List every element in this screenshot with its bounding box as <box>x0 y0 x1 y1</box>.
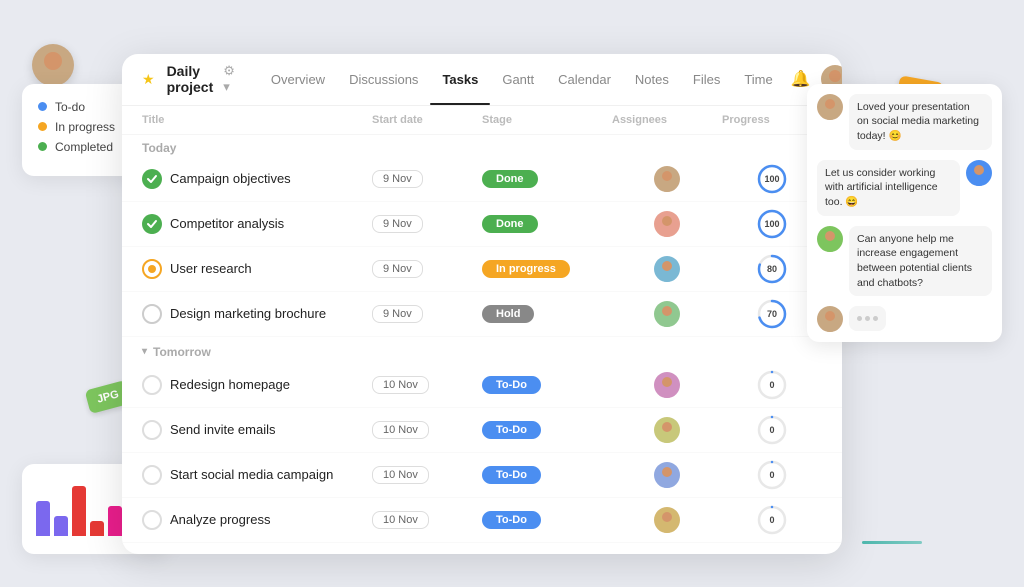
chat-message: Can anyone help me increase engagement b… <box>817 226 992 297</box>
chat-bubble: Can anyone help me increase engagement b… <box>849 226 992 297</box>
teal-decoration <box>862 541 922 544</box>
task-title: Design marketing brochure <box>142 304 372 324</box>
task-stage: Done <box>482 169 612 188</box>
task-progress: 0 <box>722 459 822 491</box>
chat-message: Let us consider working with artificial … <box>817 160 992 216</box>
chat-bubble: Loved your presentation on social media … <box>849 94 992 150</box>
chat-bubble: Let us consider working with artificial … <box>817 160 960 216</box>
table-row[interactable]: Design marketing brochure 9 Nov Hold 70 <box>122 292 842 337</box>
task-date: 10 Nov <box>372 510 482 529</box>
chart-bar <box>54 516 68 536</box>
col-stage: Stage <box>482 114 612 126</box>
task-title: Campaign objectives <box>142 169 372 189</box>
today-label: Today <box>122 135 842 157</box>
chat-avatar <box>817 94 843 120</box>
task-title: Analyze progress <box>142 510 372 530</box>
task-stage: In progress <box>482 259 612 278</box>
nav-tabs: OverviewDiscussionsTasksGanttCalendarNot… <box>259 68 785 91</box>
typing-dots <box>849 306 886 331</box>
todo-dot <box>38 102 47 111</box>
inprogress-dot <box>38 122 47 131</box>
task-stage: Hold <box>482 304 612 323</box>
chart-bar <box>108 506 122 536</box>
star-icon[interactable]: ★ <box>142 71 155 88</box>
nav-tab-notes[interactable]: Notes <box>623 68 681 91</box>
table-row[interactable]: Competitor analysis 9 Nov Done 100 <box>122 202 842 247</box>
table-row[interactable]: Redesign homepage 10 Nov To-Do 0 <box>122 363 842 408</box>
tomorrow-section-header[interactable]: ▾ Tomorrow <box>122 337 842 363</box>
task-title: Redesign homepage <box>142 375 372 395</box>
task-assignee <box>612 256 722 282</box>
task-progress: 0 <box>722 414 822 446</box>
task-assignee <box>612 462 722 488</box>
chat-panel: Loved your presentation on social media … <box>807 84 1002 343</box>
task-date: 9 Nov <box>372 259 482 278</box>
table-row[interactable]: Start social media campaign 10 Nov To-Do… <box>122 453 842 498</box>
nav-tab-tasks[interactable]: Tasks <box>430 68 490 91</box>
completed-dot <box>38 142 47 151</box>
task-stage: To-Do <box>482 510 612 529</box>
nav-tab-overview[interactable]: Overview <box>259 68 337 91</box>
col-assignees: Assignees <box>612 114 722 126</box>
table-row[interactable]: Analyze progress 10 Nov To-Do 0 <box>122 498 842 543</box>
gear-icon[interactable]: ⚙ ▾ <box>223 63 235 95</box>
task-date: 9 Nov <box>372 214 482 233</box>
table-row[interactable]: Send invite emails 10 Nov To-Do 0 <box>122 408 842 453</box>
task-stage: To-Do <box>482 420 612 439</box>
chat-avatar <box>817 226 843 252</box>
task-assignee <box>612 211 722 237</box>
nav-tab-files[interactable]: Files <box>681 68 732 91</box>
today-tasks: Campaign objectives 9 Nov Done 100 <box>122 157 842 337</box>
task-date: 10 Nov <box>372 465 482 484</box>
table-row[interactable]: Campaign objectives 9 Nov Done 100 <box>122 157 842 202</box>
chart-bar <box>36 501 50 536</box>
tomorrow-tasks: Redesign homepage 10 Nov To-Do 0 <box>122 363 842 543</box>
nav-tab-gantt[interactable]: Gantt <box>490 68 546 91</box>
chat-typing-indicator <box>817 306 992 332</box>
task-date: 10 Nov <box>372 375 482 394</box>
task-stage: To-Do <box>482 375 612 394</box>
nav-tab-discussions[interactable]: Discussions <box>337 68 430 91</box>
task-title: Start social media campaign <box>142 465 372 485</box>
table-header: Title Start date Stage Assignees Progres… <box>122 106 842 135</box>
task-title: Competitor analysis <box>142 214 372 234</box>
task-assignee <box>612 301 722 327</box>
task-stage: To-Do <box>482 465 612 484</box>
legend-inprogress-label: In progress <box>55 120 115 134</box>
task-progress: 0 <box>722 504 822 536</box>
col-title: Title <box>142 114 372 126</box>
task-date: 9 Nov <box>372 169 482 188</box>
header: ★ Daily project ⚙ ▾ OverviewDiscussionsT… <box>122 54 842 106</box>
task-assignee <box>612 166 722 192</box>
task-date: 9 Nov <box>372 304 482 323</box>
chart-bar <box>72 486 86 536</box>
user-avatar <box>32 44 74 86</box>
task-stage: Done <box>482 214 612 233</box>
legend-completed-label: Completed <box>55 140 113 154</box>
task-assignee <box>612 372 722 398</box>
nav-tab-time[interactable]: Time <box>732 68 784 91</box>
task-assignee <box>612 507 722 533</box>
chevron-icon: ▾ <box>142 346 147 357</box>
task-date: 10 Nov <box>372 420 482 439</box>
task-progress: 0 <box>722 369 822 401</box>
task-title: User research <box>142 259 372 279</box>
nav-tab-calendar[interactable]: Calendar <box>546 68 623 91</box>
table-row[interactable]: User research 9 Nov In progress 80 <box>122 247 842 292</box>
task-title: Send invite emails <box>142 420 372 440</box>
chat-avatar <box>966 160 992 186</box>
task-assignee <box>612 417 722 443</box>
project-title: Daily project <box>167 63 214 95</box>
typing-avatar <box>817 306 843 332</box>
chat-message: Loved your presentation on social media … <box>817 94 992 150</box>
col-startdate: Start date <box>372 114 482 126</box>
chart-bar <box>90 521 104 536</box>
main-card: ★ Daily project ⚙ ▾ OverviewDiscussionsT… <box>122 54 842 554</box>
bell-icon[interactable]: 🔔 <box>791 69 811 89</box>
legend-todo-label: To-do <box>55 100 85 114</box>
tomorrow-label: Tomorrow <box>153 345 211 359</box>
table-body: Today Campaign objectives 9 Nov Done <box>122 135 842 545</box>
